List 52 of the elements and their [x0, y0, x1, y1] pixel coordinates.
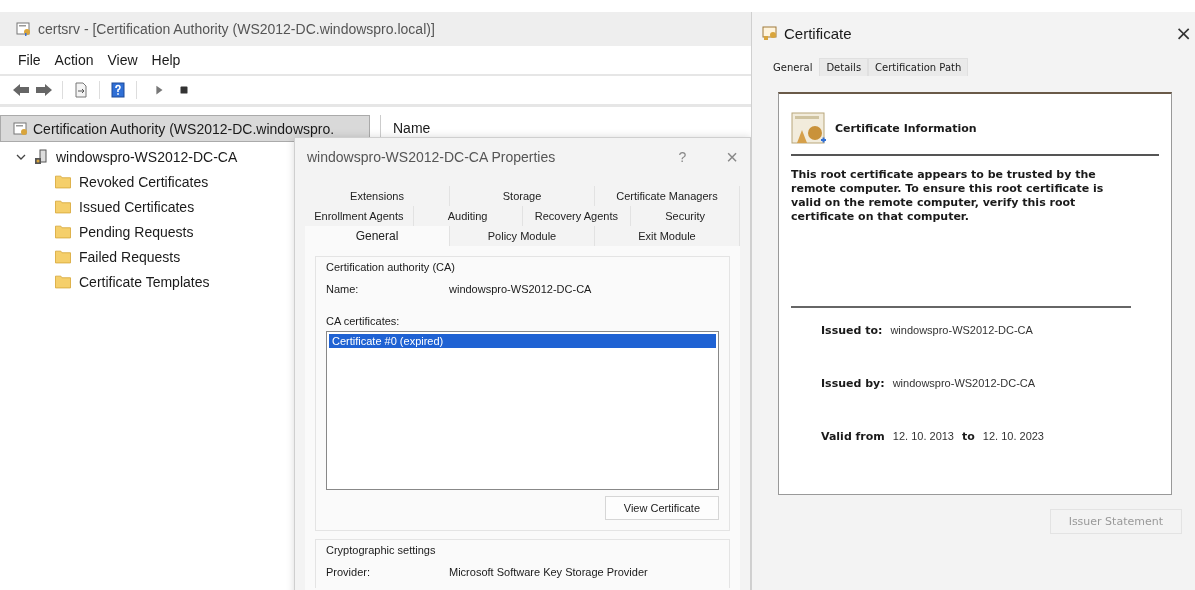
valid-to-date: 12. 10. 2023 [982, 430, 1044, 442]
tab[interactable]: Security [631, 206, 740, 226]
tree-header-label: Certification Authority (WS2012-DC.windowspro. [33, 120, 335, 137]
folder-icon [54, 174, 72, 189]
tab[interactable]: Details [819, 58, 869, 76]
tab[interactable]: Certificate Managers [595, 186, 740, 206]
certificate-seal-icon [791, 110, 827, 146]
issued-to-label: Issued to: [821, 324, 883, 337]
close-button[interactable]: × [1175, 21, 1195, 45]
certificate-icon [762, 25, 778, 41]
help-icon[interactable] [109, 82, 127, 98]
menu-item[interactable]: Help [151, 52, 181, 68]
export-list-icon[interactable] [72, 82, 90, 98]
certificate-app-icon [16, 21, 32, 37]
menu-item[interactable]: Action [54, 52, 94, 68]
field-label: Name: [326, 283, 360, 295]
field-label: Provider: [326, 566, 372, 578]
folder-icon [54, 274, 72, 289]
group-title: Cryptographic settings [326, 544, 437, 556]
field-value: windowspro-WS2012-DC-CA [449, 283, 592, 295]
tab[interactable]: Storage [450, 186, 595, 206]
field-label: CA certificates: [326, 315, 401, 327]
tab[interactable]: Certification Path [868, 58, 969, 76]
dialog-title: Certificate [784, 24, 853, 42]
back-arrow-icon[interactable] [12, 82, 30, 98]
issued-to-value: windowspro-WS2012-DC-CA [890, 324, 1033, 336]
certificate-list[interactable]: Certificate #0 (expired) [326, 331, 719, 490]
certificate-heading: Certificate Information [835, 121, 977, 135]
folder-icon [54, 199, 72, 214]
valid-from-date: 12. 10. 2013 [892, 430, 954, 442]
dialog-title: windowspro-WS2012-DC-CA Properties [307, 149, 557, 165]
menu-item[interactable]: File [18, 52, 41, 68]
valid-from-label: Valid from [821, 430, 885, 443]
window-title: certsrv - [Certification Authority (WS2012-DC.windowspro.local)] [38, 21, 435, 37]
folder-icon [54, 224, 72, 239]
valid-to-label: to [962, 430, 975, 443]
menu-item[interactable]: View [107, 52, 138, 68]
group-title: Certification authority (CA) [326, 261, 456, 273]
field-value: Microsoft Software Key Storage Provider [449, 566, 648, 578]
tab[interactable]: Extensions [305, 186, 450, 206]
forward-arrow-icon[interactable] [35, 82, 53, 98]
tree-header[interactable]: Certification Authority (WS2012-DC.windowspro. [0, 115, 370, 142]
certificate-message: This root certificate appears to be trusted by the remote computer. To ensure this root certificate is valid on the remote computer, verify this root certificate on that computer. [791, 168, 1131, 308]
tab[interactable]: Recovery Agents [522, 206, 632, 226]
tab[interactable]: General [305, 226, 450, 246]
list-item[interactable]: Certificate #0 (expired) [329, 334, 716, 348]
certificate-authority-icon [13, 120, 29, 137]
server-icon [33, 148, 49, 165]
view-certificate-button[interactable]: View Certificate [604, 496, 719, 520]
issued-by-value: windowspro-WS2012-DC-CA [892, 377, 1036, 389]
folder-icon [54, 249, 72, 264]
issued-by-label: Issued by: [821, 377, 885, 390]
